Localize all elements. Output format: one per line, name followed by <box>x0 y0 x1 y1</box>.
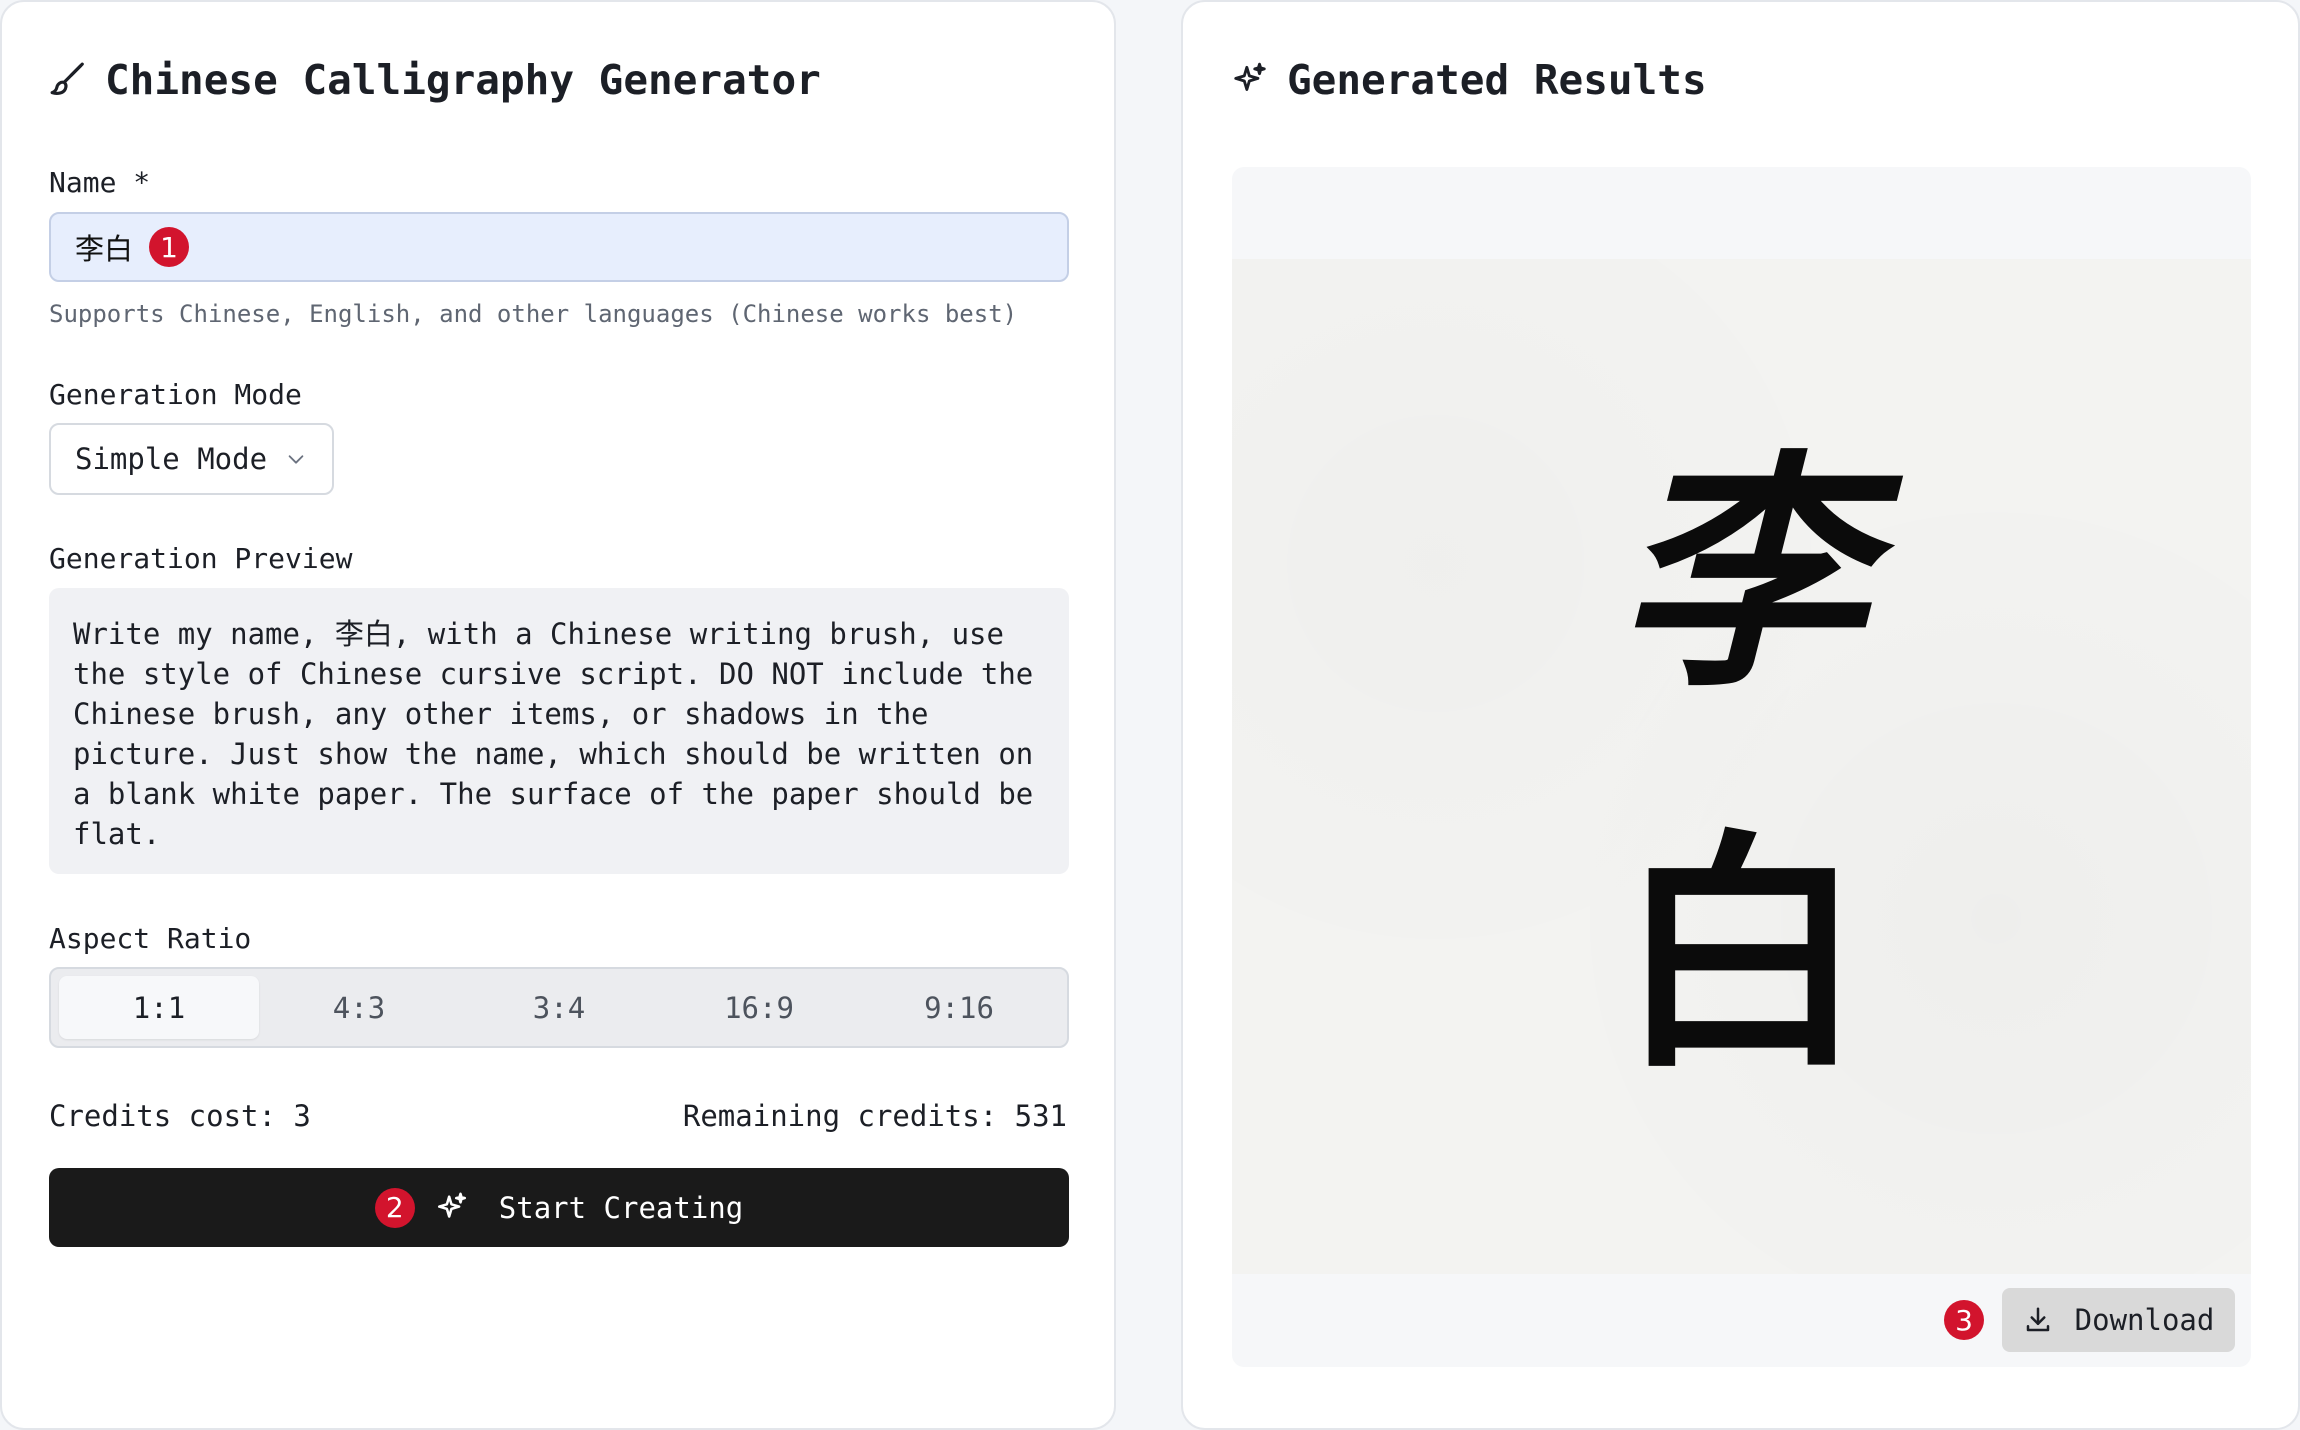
generation-mode-label: Generation Mode <box>49 378 302 411</box>
results-panel: Generated Results 李 白 3 Download <box>1181 0 2300 1430</box>
annotation-badge-3: 3 <box>1944 1300 1984 1340</box>
sparkles-icon <box>1234 62 1266 91</box>
generation-preview-text: Write my name, 李白, with a Chinese writin… <box>49 588 1069 874</box>
annotation-badge-2: 2 <box>374 1187 415 1228</box>
name-value: 李白 <box>75 232 134 266</box>
download-icon <box>2026 1307 2049 1332</box>
aspect-ratio-option-4-3[interactable]: 4:3 <box>259 976 459 1039</box>
download-label: Download <box>2074 1303 2215 1337</box>
aspect-ratio-option-16-9[interactable]: 16:9 <box>659 976 859 1039</box>
start-creating-label: Start Creating <box>498 1190 744 1225</box>
start-creating-button[interactable]: 2 Start Creating <box>49 1168 1069 1247</box>
generation-preview-label: Generation Preview <box>49 542 353 575</box>
generation-mode-value: Simple Mode <box>75 442 268 476</box>
aspect-ratio-label: Aspect Ratio <box>49 922 252 955</box>
calligraphy-character-2: 白 <box>1616 807 1867 1101</box>
page-title: Chinese Calligraphy Generator <box>105 56 821 104</box>
results-title: Generated Results <box>1231 52 1707 108</box>
generator-title: Chinese Calligraphy Generator <box>49 52 821 108</box>
brush-icon <box>50 62 84 95</box>
name-input[interactable]: 李白 1 <box>49 212 1069 282</box>
result-container: 李 白 3 Download <box>1232 167 2251 1367</box>
download-button[interactable]: Download <box>2002 1288 2235 1352</box>
generation-mode-select[interactable]: Simple Mode <box>49 423 334 495</box>
calligraphy-character-1: 李 <box>1616 427 1867 721</box>
name-hint: Supports Chinese, English, and other lan… <box>49 300 1018 328</box>
name-label: Name * <box>49 166 151 199</box>
generator-panel: Chinese Calligraphy Generator Name * 李白 … <box>0 0 1116 1430</box>
results-title-text: Generated Results <box>1287 56 1707 104</box>
annotation-badge-1: 1 <box>149 227 190 267</box>
aspect-ratio-option-3-4[interactable]: 3:4 <box>459 976 659 1039</box>
credits-cost: Credits cost: 3 <box>49 1099 311 1133</box>
aspect-ratio-option-1-1[interactable]: 1:1 <box>59 976 259 1039</box>
chevron-down-icon <box>288 455 304 464</box>
remaining-credits: Remaining credits: 531 <box>682 1099 1067 1133</box>
sparkles-icon <box>437 1192 466 1218</box>
aspect-ratio-selector: 1:1 4:3 3:4 16:9 9:16 <box>49 967 1069 1048</box>
generated-image: 李 白 <box>1232 259 2251 1274</box>
download-row: 3 Download <box>1944 1288 2235 1352</box>
aspect-ratio-option-9-16[interactable]: 9:16 <box>859 976 1059 1039</box>
